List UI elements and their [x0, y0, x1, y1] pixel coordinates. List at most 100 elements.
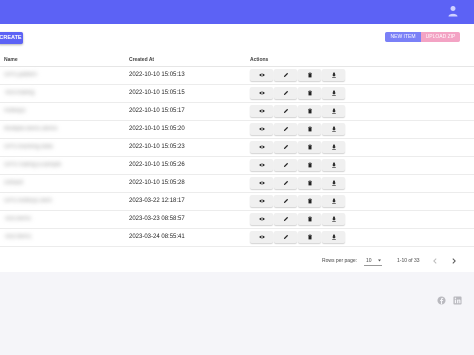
- view-button[interactable]: [250, 195, 273, 207]
- delete-button[interactable]: [298, 213, 321, 225]
- view-button[interactable]: [250, 69, 273, 81]
- table-row: Default 2022-10-10 15:05:28: [0, 175, 474, 193]
- pencil-icon: [283, 90, 289, 96]
- delete-button[interactable]: [298, 105, 321, 117]
- eye-icon: [258, 216, 265, 222]
- row-name: Test.items: [4, 216, 32, 222]
- edit-button[interactable]: [274, 87, 297, 99]
- row-created-at: 2023-03-24 08:55:41: [129, 234, 185, 240]
- pencil-icon: [283, 234, 289, 240]
- column-header-name[interactable]: Name: [4, 57, 18, 63]
- download-icon: [331, 180, 337, 186]
- delete-button[interactable]: [298, 195, 321, 207]
- row-actions: [250, 195, 346, 207]
- edit-button[interactable]: [274, 231, 297, 243]
- row-name: Test.trailing: [4, 90, 35, 96]
- view-button[interactable]: [250, 177, 273, 189]
- row-actions: [250, 141, 346, 153]
- view-button[interactable]: [250, 141, 273, 153]
- row-actions: [250, 105, 346, 117]
- table-row: Multiple.items.demo 2022-10-10 15:05:20: [0, 121, 474, 139]
- linkedin-icon[interactable]: [453, 292, 462, 305]
- delete-button[interactable]: [298, 69, 321, 81]
- download-button[interactable]: [322, 195, 345, 207]
- new-item-button[interactable]: NEW ITEM: [385, 32, 421, 42]
- table-row: Test.items 2023-03-23 08:58:57: [0, 211, 474, 229]
- next-page-icon[interactable]: [450, 257, 458, 265]
- row-created-at: 2023-03-22 12:18:17: [129, 198, 185, 204]
- download-button[interactable]: [322, 213, 345, 225]
- edit-button[interactable]: [274, 69, 297, 81]
- row-actions: [250, 87, 346, 99]
- delete-button[interactable]: [298, 87, 321, 99]
- download-button[interactable]: [322, 231, 345, 243]
- download-button[interactable]: [322, 105, 345, 117]
- column-header-created-at[interactable]: Created At: [129, 57, 154, 63]
- row-actions: [250, 123, 346, 135]
- view-button[interactable]: [250, 231, 273, 243]
- row-actions: [250, 69, 346, 81]
- download-button[interactable]: [322, 141, 345, 153]
- edit-button[interactable]: [274, 195, 297, 207]
- table-row: GPSTrailing.Example 2022-10-10 15:05:26: [0, 157, 474, 175]
- account-download-icon[interactable]: [446, 4, 460, 18]
- eye-icon: [258, 180, 265, 186]
- view-button[interactable]: [250, 105, 273, 117]
- download-button[interactable]: [322, 123, 345, 135]
- eye-icon: [258, 198, 265, 204]
- row-created-at: 2022-10-10 15:05:17: [129, 108, 185, 114]
- delete-button[interactable]: [298, 141, 321, 153]
- previous-page-icon[interactable]: [431, 257, 439, 265]
- row-created-at: 2022-10-10 15:05:13: [129, 72, 185, 78]
- download-icon: [331, 216, 337, 222]
- pencil-icon: [283, 198, 289, 204]
- table-row: Test.trailing 2022-10-10 15:05:15: [0, 85, 474, 103]
- edit-button[interactable]: [274, 141, 297, 153]
- pencil-icon: [283, 108, 289, 114]
- download-button[interactable]: [322, 87, 345, 99]
- rows-per-page-value: 10: [366, 257, 372, 264]
- download-button[interactable]: [322, 159, 345, 171]
- row-name: Multiple.items.demo: [4, 126, 58, 132]
- edit-button[interactable]: [274, 123, 297, 135]
- edit-button[interactable]: [274, 159, 297, 171]
- row-actions: [250, 177, 346, 189]
- table-row: GPS.hotkeys.item 2023-03-22 12:18:17: [0, 193, 474, 211]
- row-actions: [250, 159, 346, 171]
- trash-icon: [307, 216, 313, 222]
- rows-per-page-select[interactable]: 10: [364, 256, 382, 266]
- edit-button[interactable]: [274, 177, 297, 189]
- download-icon: [331, 108, 337, 114]
- edit-button[interactable]: [274, 213, 297, 225]
- table-row: GPS.tracking.data 2022-10-10 15:05:23: [0, 139, 474, 157]
- trash-icon: [307, 162, 313, 168]
- footer-social: [437, 292, 469, 305]
- create-button[interactable]: CREATE: [0, 32, 23, 44]
- delete-button[interactable]: [298, 123, 321, 135]
- row-actions: [250, 231, 346, 243]
- row-created-at: 2022-10-10 15:05:15: [129, 90, 185, 96]
- view-button[interactable]: [250, 123, 273, 135]
- view-button[interactable]: [250, 87, 273, 99]
- facebook-icon[interactable]: [437, 292, 446, 305]
- view-button[interactable]: [250, 213, 273, 225]
- row-name: Default: [4, 180, 24, 186]
- delete-button[interactable]: [298, 159, 321, 171]
- items-table: Name Created At Actions GPS.pattern 2022-…: [0, 52, 474, 247]
- download-button[interactable]: [322, 69, 345, 81]
- table-row: GPS.pattern 2022-10-10 15:05:13: [0, 67, 474, 85]
- download-icon: [331, 198, 337, 204]
- download-icon: [331, 126, 337, 132]
- trash-icon: [307, 198, 313, 204]
- column-header-actions: Actions: [250, 57, 269, 63]
- download-icon: [331, 90, 337, 96]
- delete-button[interactable]: [298, 177, 321, 189]
- upload-zip-button[interactable]: UPLOAD ZIP: [421, 32, 460, 42]
- content-panel: CREATE NEW ITEM UPLOAD ZIP Name Created …: [0, 24, 474, 272]
- view-button[interactable]: [250, 159, 273, 171]
- eye-icon: [258, 144, 265, 150]
- edit-button[interactable]: [274, 105, 297, 117]
- chevron-down-icon: [377, 259, 381, 262]
- delete-button[interactable]: [298, 231, 321, 243]
- download-button[interactable]: [322, 177, 345, 189]
